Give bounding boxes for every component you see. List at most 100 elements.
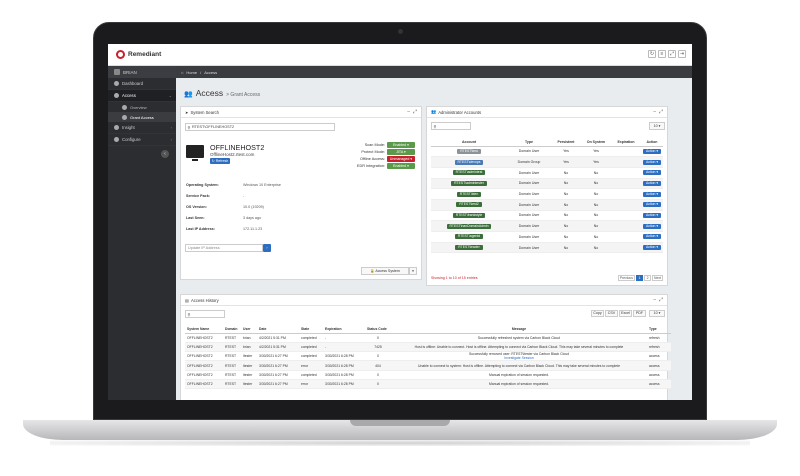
column-header[interactable]: Status Code — [365, 325, 389, 334]
pagination-page-2[interactable]: 2 — [644, 275, 652, 281]
action-button[interactable]: Action ▾ — [642, 212, 662, 218]
action-button[interactable]: Action ▾ — [642, 202, 662, 208]
page-header: 👥 Access > Grant Access — [184, 88, 260, 98]
system-search-input[interactable]: ⚲ RTEST\OFFLINEHOST2 — [185, 123, 335, 131]
logout-icon[interactable]: ⇥ — [678, 50, 686, 58]
account-badge[interactable]: RTEST\admintester — [451, 180, 487, 186]
account-badge[interactable]: RTEST\frankstyle — [452, 212, 486, 218]
action-button[interactable]: Action ▾ — [642, 223, 662, 229]
maximize-icon[interactable]: ⤢ — [659, 109, 663, 115]
action-button[interactable]: Action ▾ — [642, 234, 662, 240]
accounts-page-size-select[interactable]: 10 ▾ — [649, 122, 665, 130]
account-badge[interactable]: RTEST\bien — [456, 191, 482, 197]
column-header[interactable]: Expiration — [323, 325, 365, 334]
column-header[interactable]: System Name — [185, 325, 223, 334]
action-button[interactable]: Action ▾ — [642, 245, 662, 251]
refresh-icon[interactable]: ↻ — [648, 50, 656, 58]
excel-button[interactable]: Excel — [619, 310, 632, 317]
account-badge[interactable]: RTEST\devops — [454, 159, 484, 165]
list-icon[interactable]: ≡ — [658, 50, 666, 58]
column-header[interactable]: Type — [507, 138, 551, 147]
persistent-cell: No — [551, 167, 581, 179]
account-badge[interactable]: RTEST\leader — [455, 245, 483, 251]
message-cell: Unable to connect to system: Host is off… — [389, 360, 647, 371]
maximize-icon[interactable]: ⤢ — [659, 297, 663, 303]
on-system-cell: No — [581, 188, 611, 200]
account-cell: RTEST\bien — [431, 188, 507, 200]
action-button[interactable]: Action ▾ — [642, 170, 662, 176]
sidebar-item-insight[interactable]: Insight ‹ — [108, 122, 176, 134]
column-header[interactable]: Action — [641, 138, 663, 147]
column-header[interactable]: Message — [389, 325, 647, 334]
expiration-cell: 3/30/2021 6:28 PM — [323, 379, 365, 390]
minimize-icon[interactable]: – — [653, 297, 656, 303]
sidebar-item-dashboard[interactable]: Dashboard — [108, 78, 176, 90]
access-dropdown-button[interactable]: ▾ — [409, 267, 417, 275]
type-cell: Domain User — [507, 178, 551, 190]
account-badge[interactable]: RTEST\agentd — [454, 234, 484, 240]
maximize-icon[interactable]: ⤢ — [413, 109, 417, 115]
type-cell: access — [647, 370, 671, 381]
paper-plane-icon: ➤ — [185, 109, 189, 115]
scan-mode-badge[interactable]: Enabled ▾ — [387, 142, 415, 148]
pagination-next[interactable]: Next — [652, 275, 663, 281]
breadcrumb-home[interactable]: Home — [186, 70, 197, 75]
action-button[interactable]: Action ▾ — [642, 159, 662, 165]
account-badge[interactable]: RTEST\test — [457, 148, 481, 154]
brand-logo[interactable]: Remediant — [116, 50, 161, 59]
action-button[interactable]: Action ▾ — [642, 180, 662, 186]
pagination-previous[interactable]: Previous — [617, 275, 636, 281]
breadcrumb-current: Access — [204, 69, 218, 75]
column-header[interactable]: Date — [257, 325, 299, 334]
action-button[interactable]: Action ▾ — [642, 191, 662, 197]
domain-cell: RTEST — [223, 333, 241, 343]
sidebar-item-overview[interactable]: Overview — [108, 102, 176, 112]
sidebar-collapse-button[interactable]: ‹ — [161, 150, 169, 158]
account-cell: RTEST\admintest — [431, 167, 507, 179]
investigate-session-link[interactable]: Investigate Session — [391, 356, 647, 360]
user-cell: ltester — [241, 379, 257, 390]
protect-mode-badge[interactable]: JITA ▾ — [387, 149, 415, 155]
sidebar-item-access[interactable]: Access ⌄ — [108, 90, 176, 102]
csv-button[interactable]: CSV — [605, 310, 618, 317]
sidebar-item-configure[interactable]: Configure ‹ — [108, 134, 176, 146]
accounts-search-input[interactable]: ⚲ — [431, 122, 471, 130]
column-header[interactable]: State — [299, 325, 323, 334]
history-page-size-select[interactable]: 10 ▾ — [649, 310, 665, 317]
copy-button[interactable]: Copy — [591, 310, 604, 317]
sidebar-user[interactable]: BRIAN — [108, 66, 176, 78]
column-header[interactable]: Type — [647, 325, 671, 334]
home-icon[interactable]: ⌂ — [181, 70, 183, 75]
account-badge[interactable]: RTEST\hanDomainAdmin — [446, 223, 492, 229]
offline-access-badge[interactable]: Unmanaged ▾ — [387, 156, 415, 162]
pagination-page-1[interactable]: 1 — [636, 275, 644, 281]
edr-integration-badge[interactable]: Enabled ▾ — [387, 163, 415, 169]
expand-icon[interactable]: ⤢ — [668, 50, 676, 58]
account-badge[interactable]: RTEST\admintest — [452, 170, 486, 176]
action-cell: Action ▾ — [641, 210, 663, 222]
column-header[interactable]: Expiration — [611, 138, 641, 147]
sidebar-item-label: Insight — [122, 125, 135, 130]
pdf-button[interactable]: PDF — [633, 310, 646, 317]
column-header[interactable]: Persistent — [551, 138, 581, 147]
column-header[interactable]: Domain — [223, 325, 241, 334]
minimize-icon[interactable]: – — [407, 109, 410, 115]
column-header[interactable]: User — [241, 325, 257, 334]
column-header[interactable]: On System — [581, 138, 611, 147]
persistent-cell: Yes — [551, 146, 581, 158]
minimize-icon[interactable]: – — [653, 109, 656, 115]
history-icon: ▤ — [185, 297, 189, 303]
ip-address-input[interactable]: Update IP Address — [185, 244, 263, 252]
column-header[interactable]: Account — [431, 138, 507, 147]
access-system-button[interactable]: 🔒 Access System — [361, 267, 409, 275]
os-label: Operating System: — [186, 183, 219, 187]
account-badge[interactable]: RTEST\test2 — [456, 202, 482, 208]
expiration-cell — [611, 156, 641, 168]
ip-submit-button[interactable]: › — [263, 244, 271, 252]
action-button[interactable]: Action ▾ — [642, 148, 662, 154]
history-search-input[interactable]: ⚲ — [185, 310, 225, 318]
sidebar-item-grant-access[interactable]: Grant Access — [108, 112, 176, 122]
user-name: BRIAN — [123, 69, 137, 75]
action-cell: Action ▾ — [641, 199, 663, 211]
refresh-button[interactable]: ↻ Refresh — [210, 158, 230, 164]
